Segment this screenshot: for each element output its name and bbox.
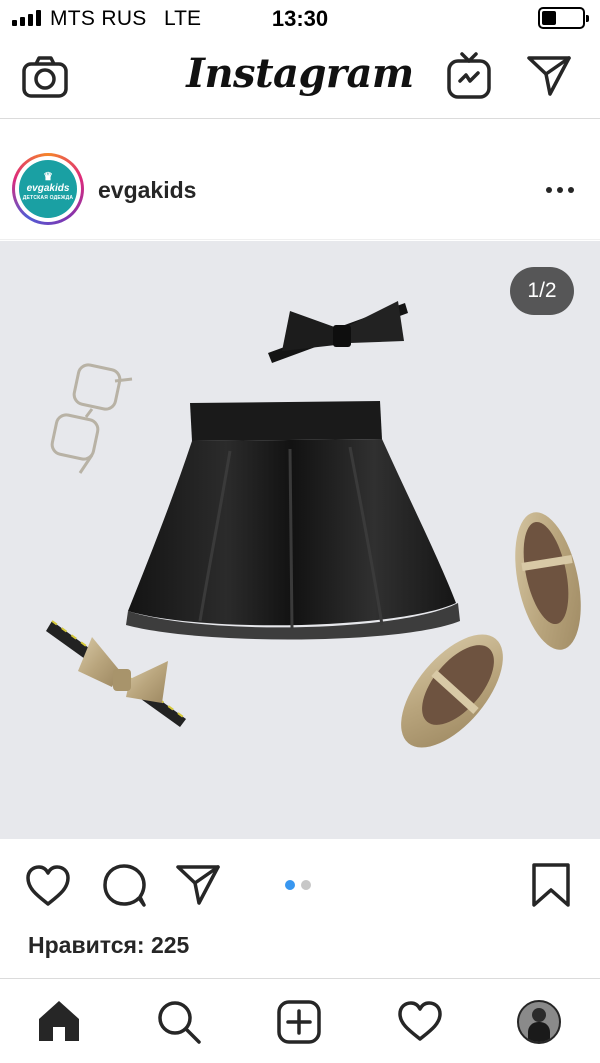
heart-icon[interactable] — [24, 864, 72, 908]
post-header: ♛ evgakids ДЕТСКАЯ ОДЕЖДА evgakids — [0, 120, 600, 240]
post-photo-illustration — [46, 301, 581, 748]
avatar-logo-subtitle: ДЕТСКАЯ ОДЕЖДА — [22, 195, 74, 201]
instagram-logo[interactable]: Instagram — [186, 50, 414, 97]
gold-bow-headband — [46, 620, 187, 727]
carousel-indicator — [285, 880, 311, 890]
image-counter-badge: 1/2 — [510, 267, 574, 315]
crown-icon: ♛ — [43, 171, 53, 183]
profile-avatar[interactable] — [517, 1000, 561, 1044]
carousel-dot-inactive — [301, 880, 311, 890]
black-skirt — [126, 401, 460, 640]
top-nav: Instagram — [0, 38, 600, 119]
status-time: 13:30 — [271, 6, 329, 31]
more-options-icon[interactable] — [540, 180, 580, 200]
comment-icon[interactable] — [101, 862, 149, 908]
camera-icon[interactable] — [22, 56, 68, 98]
bottom-tab-bar — [0, 978, 600, 1063]
activity-heart-icon[interactable] — [396, 1001, 444, 1043]
gold-shoe-right — [515, 512, 581, 650]
status-bar: MTS RUS LTE 13:30 — [0, 0, 600, 38]
igtv-icon[interactable] — [446, 51, 492, 99]
direct-message-icon[interactable] — [526, 54, 572, 98]
black-bow-headband — [268, 301, 408, 363]
avatar-story-ring[interactable]: ♛ evgakids ДЕТСКАЯ ОДЕЖДА — [12, 153, 84, 225]
likes-count[interactable]: Нравится: 225 — [28, 932, 189, 959]
home-icon[interactable] — [36, 999, 82, 1043]
glasses — [50, 363, 133, 474]
battery-icon — [538, 7, 589, 29]
gold-shoe-left — [401, 634, 503, 748]
post-actions — [0, 840, 600, 930]
avatar: ♛ evgakids ДЕТСКАЯ ОДЕЖДА — [19, 160, 77, 218]
avatar-logo-word: evgakids — [26, 183, 70, 194]
search-icon[interactable] — [156, 999, 202, 1045]
new-post-icon[interactable] — [276, 999, 322, 1045]
post-image[interactable] — [0, 241, 600, 839]
post-username[interactable]: evgakids — [98, 177, 196, 204]
bookmark-icon[interactable] — [530, 862, 572, 908]
carousel-dot-active — [285, 880, 295, 890]
share-icon[interactable] — [175, 864, 221, 906]
